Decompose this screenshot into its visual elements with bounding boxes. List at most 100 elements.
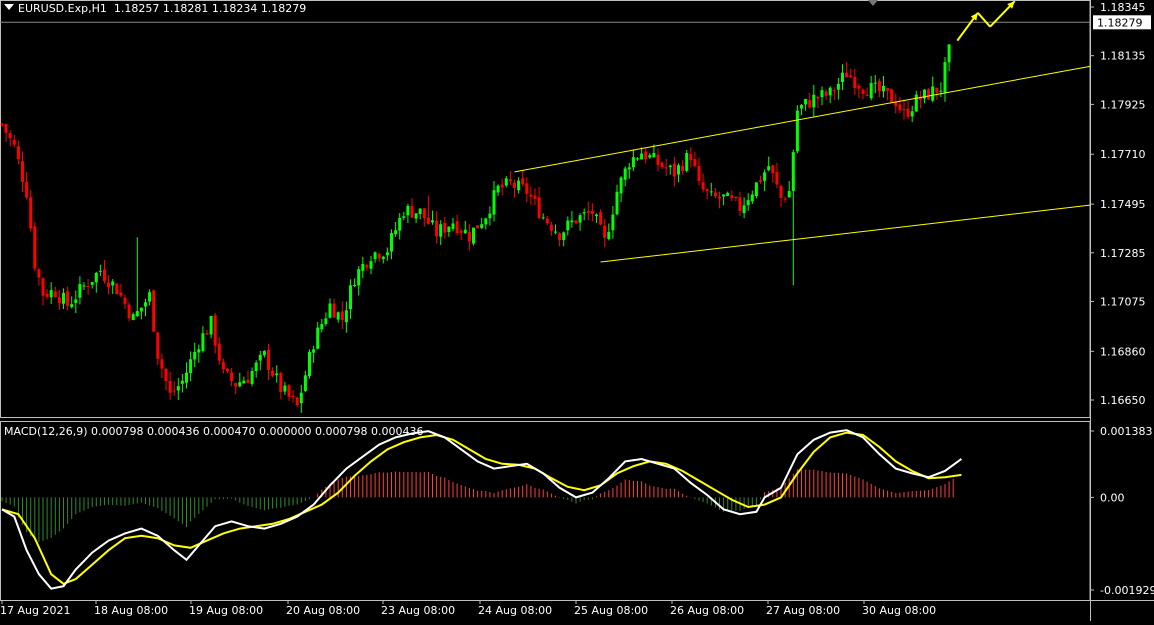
candle-body	[328, 303, 332, 318]
candle-body	[738, 197, 742, 211]
candle-body	[258, 354, 262, 361]
candle-body	[857, 85, 861, 89]
candle-body	[660, 162, 664, 167]
price-tick-label: 1.17925	[1100, 98, 1146, 111]
candle-body	[49, 290, 53, 298]
candle-body	[750, 194, 754, 202]
candle-body	[119, 292, 123, 296]
price-tick-label: 1.17285	[1100, 247, 1146, 260]
candle-body	[734, 196, 738, 198]
collapse-triangle-icon[interactable]	[4, 4, 14, 10]
candle-body	[451, 223, 455, 229]
period-separator-marker	[868, 0, 878, 6]
candle-body	[439, 224, 443, 237]
macd-tick-label: 0.001383	[1100, 425, 1153, 438]
candle-body	[931, 86, 935, 101]
candle-body	[517, 180, 521, 191]
candle-body	[180, 380, 184, 384]
candle-body	[41, 278, 45, 296]
candle-body	[828, 87, 832, 96]
candle-body	[135, 311, 139, 317]
candle-body	[812, 94, 816, 108]
candle-body	[98, 270, 102, 272]
chart-canvas[interactable]: 1.18345 1.18135 1.17925 1.17710 1.17495 1.172…	[0, 0, 1154, 621]
candle-body	[332, 303, 336, 318]
candle-body	[463, 229, 467, 234]
candle-body	[861, 89, 865, 94]
candle-body	[197, 349, 201, 353]
candle-body	[627, 167, 631, 170]
candle-body	[148, 292, 152, 302]
time-tick-label: 23 Aug 08:00	[381, 604, 455, 617]
candle-body	[779, 185, 783, 198]
candle-body	[841, 72, 844, 83]
candle-body	[82, 285, 86, 287]
candle-body	[394, 230, 398, 235]
candle-body	[144, 302, 147, 307]
candle-body	[836, 83, 840, 90]
channel-lower-line[interactable]	[600, 204, 1091, 263]
candle-body	[537, 197, 541, 218]
candle-body	[336, 312, 340, 320]
candle-body	[619, 177, 623, 194]
candle-body	[513, 182, 516, 188]
candle-body	[299, 392, 303, 404]
candle-body	[804, 99, 808, 105]
candle-body	[66, 291, 70, 306]
time-tick-label: 18 Aug 08:00	[94, 604, 168, 617]
candle-body	[283, 385, 287, 392]
candle-body	[189, 359, 193, 374]
candle-body	[935, 87, 939, 93]
candle-body	[369, 261, 373, 269]
candle-body	[414, 213, 418, 219]
candle-body	[767, 166, 771, 171]
candle-body	[541, 217, 545, 219]
candle-body	[381, 256, 385, 260]
candle-body	[791, 152, 795, 191]
candle-body	[865, 94, 869, 97]
price-tick-label: 1.17495	[1100, 198, 1146, 211]
candle-body	[558, 233, 562, 241]
candle-body	[500, 184, 504, 188]
candle-body	[742, 205, 746, 214]
candle-body	[74, 299, 78, 303]
candle-body	[127, 304, 131, 319]
candle-body	[373, 252, 377, 260]
time-tick-label: 19 Aug 08:00	[189, 604, 263, 617]
candle-body	[303, 375, 307, 392]
candle-body	[504, 178, 508, 186]
candle-body	[275, 373, 279, 376]
candle-body	[890, 89, 894, 103]
candle-body	[496, 185, 500, 193]
candle-body	[656, 154, 660, 165]
candle-body	[185, 372, 188, 383]
candle-body	[787, 191, 791, 198]
candle-body	[0, 123, 4, 125]
candle-body	[12, 140, 16, 145]
projection-arrow-segment[interactable]	[977, 12, 991, 28]
candle-body	[291, 395, 295, 398]
candle-body	[599, 212, 603, 225]
candle-body	[623, 168, 627, 180]
candle-body	[390, 233, 393, 252]
candle-body	[221, 362, 225, 370]
candle-body	[484, 218, 488, 225]
candle-body	[37, 269, 41, 278]
candle-body	[927, 89, 931, 100]
candle-body	[693, 158, 697, 167]
candle-body	[357, 269, 361, 286]
candle-body	[426, 217, 430, 224]
candle-body	[853, 76, 857, 89]
time-tick-label: 30 Aug 08:00	[862, 604, 936, 617]
candle-body	[193, 351, 197, 360]
candle-body	[771, 165, 775, 174]
candle-body	[832, 89, 836, 92]
candle-body	[615, 191, 619, 215]
channel-upper-line[interactable]	[514, 65, 1091, 173]
candle-body	[607, 231, 611, 240]
candle-body	[816, 96, 820, 99]
macd-tick-label: -0.001929	[1100, 584, 1154, 597]
candle-body	[107, 282, 111, 288]
trading-chart[interactable]: 1.18345 1.18135 1.17925 1.17710 1.17495 1.172…	[0, 0, 1154, 621]
macd-tick-label: 0.00	[1100, 491, 1125, 504]
